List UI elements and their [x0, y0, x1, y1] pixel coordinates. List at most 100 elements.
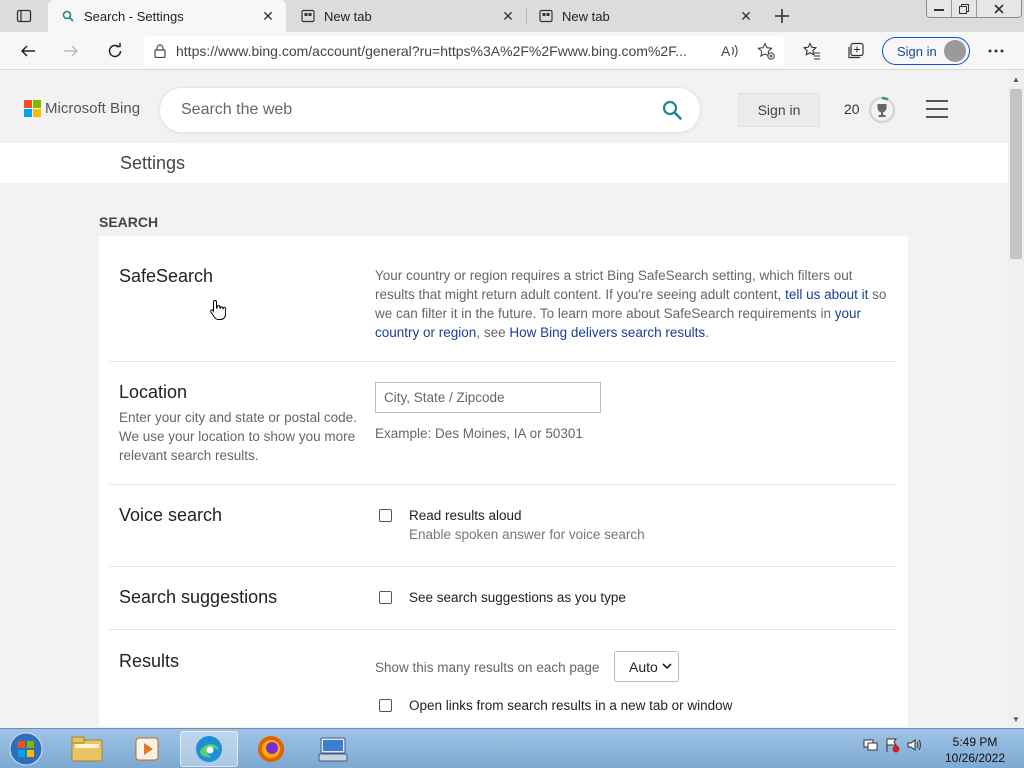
tab-title: New tab: [562, 8, 610, 24]
scroll-up-icon[interactable]: ▲: [1008, 71, 1024, 87]
close-tab-icon[interactable]: ✕: [258, 6, 278, 26]
read-aloud-label[interactable]: Read results aloud: [409, 506, 645, 525]
safesearch-text: Your country or region requires a strict…: [375, 268, 853, 302]
keyboard-app-icon[interactable]: [304, 731, 362, 767]
avatar: [944, 40, 966, 62]
search-box: [160, 88, 700, 132]
scroll-down-icon[interactable]: ▼: [1008, 711, 1024, 727]
file-explorer-icon[interactable]: [58, 731, 116, 767]
close-window-icon[interactable]: [977, 0, 1021, 17]
edge-browser-icon[interactable]: [180, 731, 238, 767]
browser-signin-label: Sign in: [897, 43, 937, 59]
browser-tab-strip: Search - Settings ✕ New tab ✕ New tab ✕: [0, 0, 1024, 32]
svg-text:A: A: [721, 43, 731, 59]
tell-us-link[interactable]: tell us about it: [785, 287, 868, 302]
newtab-option: Open links from search results in a new …: [379, 696, 732, 715]
minimize-icon[interactable]: [927, 0, 952, 17]
network-icon[interactable]: [862, 737, 878, 753]
safesearch-text: .: [705, 325, 709, 340]
address-bar-row: https://www.bing.com/account/general?ru=…: [0, 32, 1024, 70]
newtab-favicon-icon: [300, 8, 316, 24]
close-tab-icon[interactable]: ✕: [736, 6, 756, 26]
bing-logo[interactable]: Microsoft Bing: [24, 100, 140, 117]
add-favorite-icon[interactable]: [748, 42, 784, 60]
tab-new-tab-2[interactable]: New tab ✕: [526, 0, 764, 32]
action-center-flag-icon[interactable]: [884, 737, 900, 753]
logo-text: Microsoft Bing: [45, 100, 141, 117]
page-viewport: Microsoft Bing Sign in 20 Settings SEARC…: [0, 71, 1008, 727]
close-tab-icon[interactable]: ✕: [498, 6, 518, 26]
clock-date: 10/26/2022: [944, 751, 1006, 765]
browser-signin-button[interactable]: Sign in: [882, 37, 970, 65]
city-zip-input[interactable]: [375, 382, 601, 413]
taskbar: 5:49 PM 10/26/2022: [0, 728, 1024, 768]
collections-icon[interactable]: [842, 38, 870, 64]
results-count-select[interactable]: Auto: [614, 651, 679, 682]
newtab-favicon-icon: [538, 8, 554, 24]
search-input[interactable]: [181, 101, 644, 119]
tab-title: New tab: [324, 8, 372, 24]
voice-search-title: Voice search: [119, 505, 223, 525]
read-aloud-checkbox[interactable]: [379, 509, 392, 522]
safesearch-text: , see: [476, 325, 510, 340]
header-signin-button[interactable]: Sign in: [738, 93, 820, 127]
hand-cursor-icon: [210, 299, 226, 320]
location-example: Example: Des Moines, IA or 50301: [375, 426, 583, 441]
refresh-icon[interactable]: [101, 38, 129, 64]
suggestions-option: See search suggestions as you type: [379, 588, 626, 607]
microsoft-logo-icon: [24, 100, 41, 117]
open-new-tab-label[interactable]: Open links from search results in a new …: [409, 696, 732, 715]
system-tray: [862, 737, 922, 753]
search-suggestions-row: Search suggestions See search suggestion…: [109, 567, 897, 630]
tab-title: Search - Settings: [84, 8, 184, 24]
location-description: Enter your city and state or postal code…: [119, 410, 357, 463]
favorites-icon[interactable]: [798, 38, 826, 64]
tab-new-tab-1[interactable]: New tab ✕: [288, 0, 526, 32]
safesearch-title: SafeSearch: [119, 266, 214, 286]
new-tab-plus-icon[interactable]: [770, 4, 794, 28]
location-row: Location Enter your city and state or po…: [109, 362, 897, 485]
firefox-icon[interactable]: [242, 731, 300, 767]
tab-search-settings[interactable]: Search - Settings ✕: [48, 0, 286, 32]
media-player-icon[interactable]: [118, 731, 176, 767]
suggestions-label[interactable]: See search suggestions as you type: [409, 588, 626, 607]
address-bar[interactable]: https://www.bing.com/account/general?ru=…: [144, 36, 784, 66]
safesearch-row: SafeSearch Your country or region requir…: [109, 236, 897, 362]
vertical-scrollbar[interactable]: ▲ ▼: [1008, 71, 1024, 727]
read-aloud-option: Read results aloud Enable spoken answer …: [379, 506, 645, 544]
taskbar-clock[interactable]: 5:49 PM 10/26/2022: [940, 734, 1010, 766]
hamburger-menu-icon[interactable]: [926, 100, 948, 118]
results-row: Results Show this many results on each p…: [109, 630, 897, 727]
clock-time: 5:49 PM: [952, 735, 998, 749]
voice-search-row: Voice search Read results aloud Enable s…: [109, 485, 897, 567]
forward-arrow-icon[interactable]: [57, 38, 85, 64]
results-count-value: Auto: [629, 658, 658, 675]
read-aloud-icon[interactable]: A: [712, 43, 748, 59]
bing-favicon-icon: [60, 8, 76, 24]
open-new-tab-checkbox[interactable]: [379, 699, 392, 712]
how-bing-delivers-link[interactable]: How Bing delivers search results: [509, 325, 705, 340]
back-arrow-icon[interactable]: [14, 38, 42, 64]
volume-icon[interactable]: [906, 737, 922, 753]
read-aloud-sublabel: Enable spoken answer for voice search: [409, 527, 645, 542]
chevron-down-icon: [662, 663, 672, 670]
bing-header: Microsoft Bing Sign in 20: [0, 71, 1008, 143]
location-title: Location: [119, 382, 188, 402]
start-button-icon[interactable]: [4, 731, 48, 767]
safesearch-description: Your country or region requires a strict…: [375, 266, 887, 342]
url-text[interactable]: https://www.bing.com/account/general?ru=…: [176, 43, 712, 59]
more-menu-icon[interactable]: [982, 38, 1010, 64]
window-controls: [926, 0, 1022, 18]
tab-actions-icon[interactable]: [8, 6, 40, 26]
suggestions-checkbox[interactable]: [379, 591, 392, 604]
lock-icon[interactable]: [144, 44, 176, 58]
settings-header-bar: Settings: [0, 143, 1008, 183]
search-icon[interactable]: [644, 100, 700, 120]
section-label: SEARCH: [99, 214, 159, 230]
rewards-count[interactable]: 20: [844, 101, 860, 117]
restore-icon[interactable]: [952, 0, 977, 17]
rewards-trophy-icon[interactable]: [867, 95, 897, 125]
search-suggestions-title: Search suggestions: [119, 587, 278, 607]
scroll-thumb[interactable]: [1010, 89, 1022, 259]
page-title: Settings: [120, 153, 186, 173]
